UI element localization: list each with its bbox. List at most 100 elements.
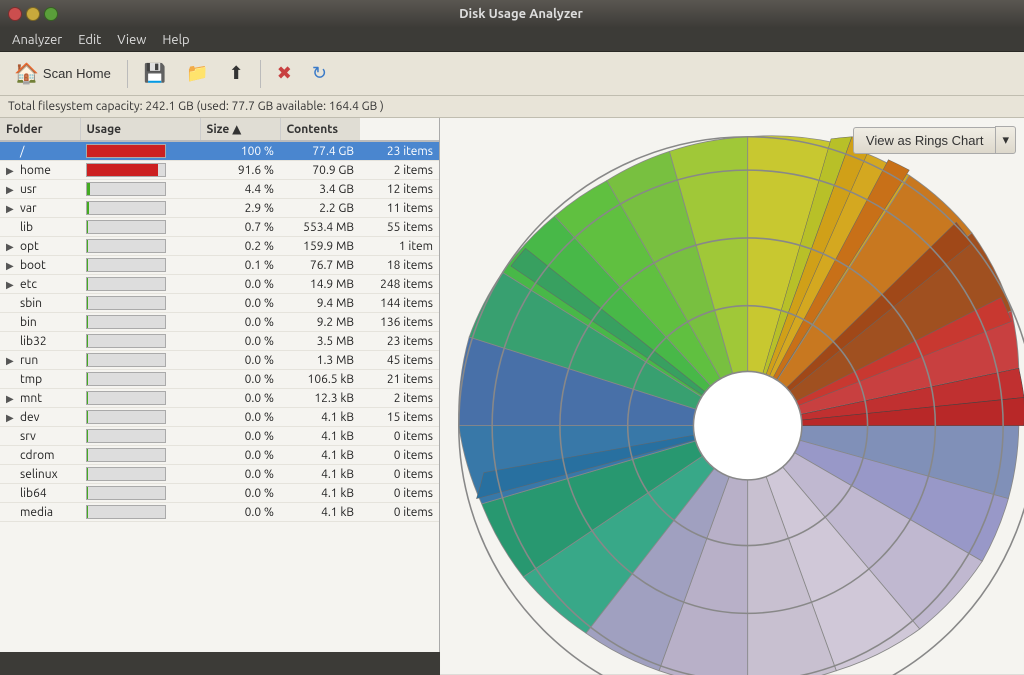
usage-bar (86, 448, 166, 462)
cell-usage-pct: 2.9 % (200, 199, 280, 218)
home-icon: 🏠 (14, 61, 39, 86)
table-row[interactable]: ▶run0.0 %1.3 MB45 items (0, 351, 439, 370)
table-row[interactable]: ▶dev0.0 %4.1 kB15 items (0, 408, 439, 427)
expand-icon[interactable]: ▶ (6, 412, 18, 424)
table-row[interactable]: srv0.0 %4.1 kB0 items (0, 427, 439, 446)
cell-contents: 0 items (360, 503, 439, 522)
usage-bar (86, 467, 166, 481)
cell-usage (80, 294, 200, 313)
folder-icon: 📁 (186, 63, 208, 84)
table-row[interactable]: lib320.0 %3.5 MB23 items (0, 332, 439, 351)
view-as-rings-button[interactable]: View as Rings Chart (853, 127, 996, 154)
cell-usage (80, 389, 200, 408)
menubar: Analyzer Edit View Help (0, 28, 1024, 52)
cell-contents: 55 items (360, 218, 439, 237)
usage-bar-fill (87, 202, 89, 214)
cell-usage-pct: 0.0 % (200, 351, 280, 370)
expand-icon[interactable]: ▶ (6, 241, 18, 253)
minimize-button[interactable] (26, 7, 40, 21)
cell-usage (80, 332, 200, 351)
expand-icon[interactable]: ▶ (6, 184, 18, 196)
expand-icon[interactable]: ▶ (6, 203, 18, 215)
table-row[interactable]: bin0.0 %9.2 MB136 items (0, 313, 439, 332)
table-header: Folder Usage Size ▲ Contents (0, 118, 439, 141)
usage-bar (86, 277, 166, 291)
table-row[interactable]: sbin0.0 %9.4 MB144 items (0, 294, 439, 313)
scan-home-label: Scan Home (43, 66, 111, 81)
usage-bar-fill (87, 335, 88, 347)
scan-filesystem-button[interactable]: 💾 (136, 59, 174, 88)
table-row[interactable]: ▶home91.6 %70.9 GB2 items (0, 161, 439, 180)
expand-icon[interactable]: ▶ (6, 165, 18, 177)
table-row[interactable]: selinux0.0 %4.1 kB0 items (0, 465, 439, 484)
col-header-contents[interactable]: Contents (280, 118, 360, 141)
table-row[interactable]: ▶boot0.1 %76.7 MB18 items (0, 256, 439, 275)
table-row[interactable]: ▶mnt0.0 %12.3 kB2 items (0, 389, 439, 408)
menu-edit[interactable]: Edit (70, 31, 109, 49)
maximize-button[interactable] (44, 7, 58, 21)
toolbar: 🏠 Scan Home 💾 📁 ⬆ ✖ ↻ (0, 52, 1024, 96)
table-row[interactable]: lib0.7 %553.4 MB55 items (0, 218, 439, 237)
col-header-folder[interactable]: Folder (0, 118, 80, 141)
hdd-icon: 💾 (144, 63, 166, 84)
usage-bar (86, 429, 166, 443)
cell-usage-pct: 0.0 % (200, 313, 280, 332)
stop-icon: ✖ (277, 63, 292, 84)
cell-contents: 136 items (360, 313, 439, 332)
cell-usage-pct: 0.0 % (200, 446, 280, 465)
cell-folder-name: ▶usr (0, 180, 80, 199)
table-body: /100 %77.4 GB23 items▶home91.6 %70.9 GB2… (0, 141, 439, 522)
refresh-button[interactable]: ↻ (304, 59, 335, 88)
file-panel[interactable]: Folder Usage Size ▲ Contents /100 %77.4 … (0, 118, 440, 652)
cell-size: 77.4 GB (280, 141, 360, 161)
table-row[interactable]: ▶etc0.0 %14.9 MB248 items (0, 275, 439, 294)
table-row[interactable]: cdrom0.0 %4.1 kB0 items (0, 446, 439, 465)
stop-button[interactable]: ✖ (269, 59, 300, 88)
menu-view[interactable]: View (109, 31, 154, 49)
cell-folder-name: ▶boot (0, 256, 80, 275)
cell-usage (80, 218, 200, 237)
cell-folder-name: ▶opt (0, 237, 80, 256)
table-row[interactable]: ▶var2.9 %2.2 GB11 items (0, 199, 439, 218)
table-row[interactable]: tmp0.0 %106.5 kB21 items (0, 370, 439, 389)
cell-usage-pct: 0.0 % (200, 332, 280, 351)
cell-usage (80, 351, 200, 370)
table-row[interactable]: ▶opt0.2 %159.9 MB1 item (0, 237, 439, 256)
cell-size: 4.1 kB (280, 484, 360, 503)
menu-help[interactable]: Help (154, 31, 197, 49)
cell-contents: 11 items (360, 199, 439, 218)
table-row[interactable]: ▶usr4.4 %3.4 GB12 items (0, 180, 439, 199)
cell-usage-pct: 0.0 % (200, 503, 280, 522)
cell-usage-pct: 100 % (200, 141, 280, 161)
close-button[interactable] (8, 7, 22, 21)
cell-contents: 12 items (360, 180, 439, 199)
scan-home-button[interactable]: 🏠 Scan Home (6, 57, 119, 90)
col-header-size[interactable]: Size ▲ (200, 118, 280, 141)
expand-icon[interactable]: ▶ (6, 393, 18, 405)
usage-bar-fill (87, 259, 88, 271)
cell-usage-pct: 0.7 % (200, 218, 280, 237)
expand-icon[interactable]: ▶ (6, 279, 18, 291)
cell-contents: 45 items (360, 351, 439, 370)
scan-folder-button[interactable]: 📁 (178, 59, 216, 88)
view-chart-dropdown-button[interactable]: ▾ (995, 126, 1016, 154)
up-folder-button[interactable]: ⬆ (221, 59, 252, 88)
cell-contents: 1 item (360, 237, 439, 256)
menu-analyzer[interactable]: Analyzer (4, 31, 70, 49)
status-text: Total filesystem capacity: 242.1 GB (use… (8, 100, 384, 113)
usage-bar (86, 505, 166, 519)
cell-folder-name: ▶home (0, 161, 80, 180)
cell-usage (80, 408, 200, 427)
usage-bar (86, 296, 166, 310)
col-header-usage[interactable]: Usage (80, 118, 200, 141)
usage-bar-fill (87, 221, 88, 233)
cell-size: 4.1 kB (280, 446, 360, 465)
expand-icon[interactable]: ▶ (6, 355, 18, 367)
table-row[interactable]: /100 %77.4 GB23 items (0, 141, 439, 161)
expand-icon[interactable]: ▶ (6, 260, 18, 272)
table-row[interactable]: lib640.0 %4.1 kB0 items (0, 484, 439, 503)
table-row[interactable]: media0.0 %4.1 kB0 items (0, 503, 439, 522)
usage-bar (86, 258, 166, 272)
usage-bar (86, 163, 166, 177)
usage-bar (86, 239, 166, 253)
